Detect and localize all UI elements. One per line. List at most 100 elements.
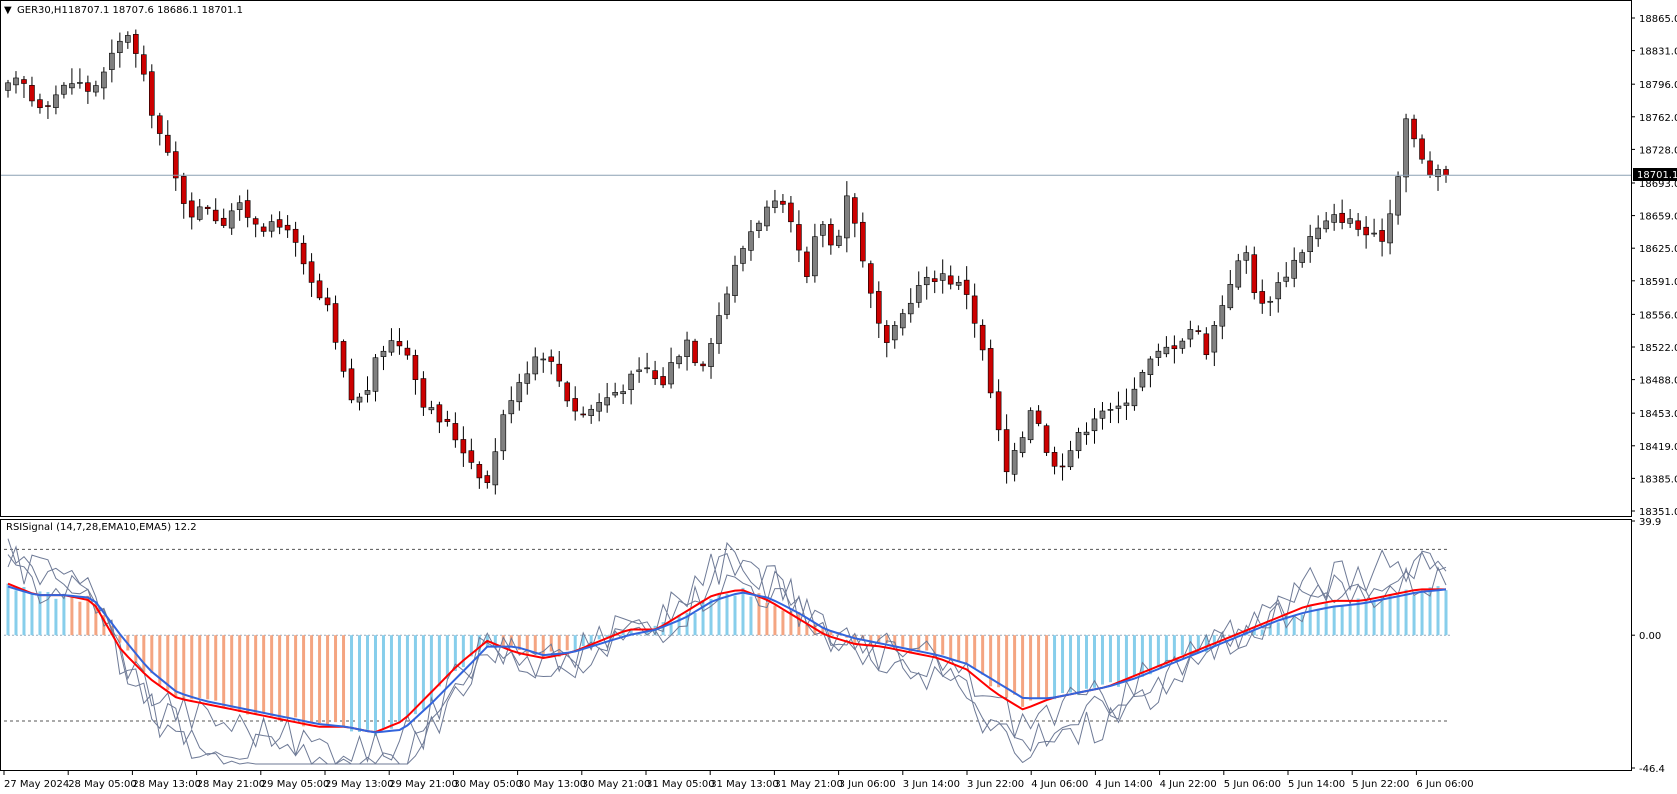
bull-candle (764, 206, 770, 227)
bull-candle (1123, 402, 1130, 406)
bear-candle (340, 341, 347, 372)
bear-candle (828, 224, 834, 246)
bear-candle (1427, 160, 1433, 176)
bull-candle (1107, 409, 1114, 411)
histogram-bar (1029, 635, 1033, 701)
bull-candle (891, 325, 898, 341)
bull-candle (508, 400, 515, 415)
x-tick-label: 4 Jun 14:00 (1095, 779, 1152, 790)
histogram-bar (214, 635, 218, 701)
bull-candle (540, 358, 547, 361)
bear-candle (804, 251, 810, 277)
bull-candle (372, 357, 379, 392)
histogram-bar (997, 635, 1001, 688)
bull-candle (1387, 213, 1393, 244)
bear-candle (212, 209, 219, 222)
bear-candle (1419, 138, 1425, 160)
bull-candle (1155, 350, 1162, 358)
dropdown-triangle-icon[interactable]: ▼ (4, 5, 12, 16)
bull-candle (812, 236, 818, 277)
bear-candle (172, 151, 179, 179)
histogram-bar (22, 587, 26, 636)
bear-candle (979, 324, 986, 351)
histogram-bar (941, 635, 945, 655)
bull-candle (756, 222, 762, 231)
bear-candle (276, 219, 283, 228)
bear-candle (796, 224, 802, 251)
bull-candle (1187, 329, 1194, 340)
bear-candle (444, 418, 451, 422)
histogram-bar (525, 635, 529, 657)
bear-candle (652, 370, 658, 380)
bear-candle (156, 115, 163, 134)
bear-candle (324, 297, 331, 306)
histogram-bar (405, 635, 409, 718)
x-tick-label: 31 May 21:00 (774, 779, 843, 790)
histogram-bar (445, 635, 449, 679)
bull-candle (620, 391, 626, 395)
x-tick-label: 3 Jun 22:00 (967, 779, 1024, 790)
histogram-bar (381, 635, 385, 729)
histogram-bar (246, 635, 250, 715)
bear-candle (308, 261, 315, 283)
ohlc-readout: 18707.1 18707.6 18686.1 18701.1 (68, 5, 243, 16)
x-tick-label: 29 May 21:00 (389, 779, 458, 790)
histogram-bar (757, 593, 761, 636)
histogram-bar (54, 598, 58, 636)
bear-candle (420, 378, 427, 408)
x-tick-label: 30 May 13:00 (518, 779, 587, 790)
bull-candle (1307, 236, 1313, 253)
histogram-bar (1292, 617, 1296, 636)
bull-candle (1315, 227, 1321, 240)
histogram-bar (1140, 635, 1144, 677)
bear-candle (252, 218, 259, 225)
histogram-bar (14, 590, 18, 636)
y-tick-label: 18728.0 (1639, 145, 1677, 156)
bull-candle (1235, 260, 1242, 288)
bear-candle (316, 280, 323, 299)
histogram-bar (326, 635, 330, 726)
histogram-bar (693, 612, 697, 636)
bull-candle (1347, 218, 1353, 224)
bear-candle (963, 279, 970, 295)
histogram-bar (365, 635, 369, 730)
bull-candle (1371, 232, 1377, 235)
bear-candle (188, 200, 195, 218)
bear-candle (141, 54, 147, 75)
bear-candle (1003, 429, 1010, 473)
histogram-bar (150, 635, 154, 674)
bull-candle (1299, 252, 1306, 263)
bear-candle (780, 200, 786, 205)
y-tick-label: 18796.0 (1639, 80, 1677, 91)
bull-candle (1091, 418, 1098, 432)
histogram-bar (389, 635, 393, 729)
bull-candle (1243, 252, 1250, 261)
bear-candle (21, 79, 27, 84)
x-tick-label: 5 Jun 22:00 (1352, 779, 1409, 790)
bear-candle (987, 348, 994, 394)
histogram-bar (78, 601, 82, 636)
histogram-bar (901, 635, 905, 647)
bull-candle (740, 248, 746, 264)
x-tick-label: 5 Jun 06:00 (1224, 779, 1281, 790)
histogram-bar (38, 591, 42, 636)
bull-candle (1147, 358, 1154, 376)
histogram-bar (318, 635, 322, 724)
bull-candle (61, 84, 67, 95)
bear-candle (1043, 425, 1050, 453)
histogram-bar (773, 605, 777, 636)
histogram-bar (437, 635, 441, 687)
histogram-bar (741, 587, 745, 636)
bear-candle (37, 99, 43, 109)
bear-candle (452, 423, 459, 441)
bull-candle (117, 40, 123, 53)
histogram-bar (1100, 635, 1104, 685)
ind-y-tick-label: -46.4 (1639, 764, 1665, 775)
y-tick-label: 18865.0 (1639, 14, 1677, 25)
bull-candle (388, 340, 395, 353)
bull-candle (77, 82, 83, 84)
histogram-bar (222, 635, 226, 708)
bear-candle (1059, 465, 1066, 468)
histogram-bar (1444, 590, 1448, 636)
bull-candle (1027, 410, 1034, 441)
